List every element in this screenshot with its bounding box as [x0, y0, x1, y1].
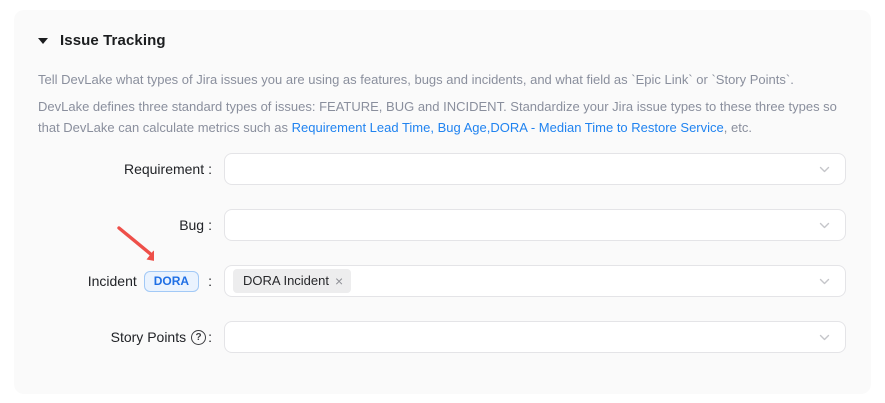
dora-incident-chip: DORA Incident ×	[233, 269, 351, 293]
issue-tracking-form: Requirement : Bug :	[14, 153, 871, 353]
chevron-down-icon[interactable]	[818, 219, 831, 232]
help-question-icon[interactable]: ?	[191, 330, 206, 345]
chip-label: DORA Incident	[243, 272, 329, 289]
incident-select-values: DORA Incident ×	[233, 269, 818, 293]
collapse-caret-icon[interactable]	[38, 38, 48, 44]
bug-select[interactable]	[224, 209, 846, 241]
link-requirement-lead-time[interactable]: Requirement Lead Time	[292, 120, 431, 135]
requirement-row: Requirement :	[14, 153, 846, 185]
incident-label: Incident DORA :	[14, 271, 212, 292]
bug-row: Bug :	[14, 209, 846, 241]
issue-tracking-panel: Issue Tracking Tell DevLake what types o…	[14, 10, 871, 394]
description-line-1: Tell DevLake what types of Jira issues y…	[38, 69, 843, 90]
dora-badge: DORA	[144, 271, 199, 292]
description-line-2: DevLake defines three standard types of …	[38, 96, 843, 138]
panel-header[interactable]: Issue Tracking	[14, 10, 871, 49]
chip-close-icon[interactable]: ×	[335, 274, 343, 288]
link-bug-age[interactable]: Bug Age	[438, 120, 487, 135]
chevron-down-icon[interactable]	[818, 163, 831, 176]
story-points-label: Story Points ? :	[14, 329, 212, 345]
incident-row: Incident DORA : DORA Incident ×	[14, 265, 846, 297]
story-points-select[interactable]	[224, 321, 846, 353]
chevron-down-icon[interactable]	[818, 275, 831, 288]
panel-description: Tell DevLake what types of Jira issues y…	[14, 49, 871, 138]
panel-title: Issue Tracking	[60, 32, 166, 49]
incident-select[interactable]: DORA Incident ×	[224, 265, 846, 297]
chevron-down-icon[interactable]	[818, 331, 831, 344]
link-dora-median-time-to-restore[interactable]: DORA - Median Time to Restore Service	[490, 120, 723, 135]
story-points-row: Story Points ? :	[14, 321, 846, 353]
requirement-label: Requirement :	[14, 161, 212, 177]
requirement-select[interactable]	[224, 153, 846, 185]
bug-label: Bug :	[14, 217, 212, 233]
